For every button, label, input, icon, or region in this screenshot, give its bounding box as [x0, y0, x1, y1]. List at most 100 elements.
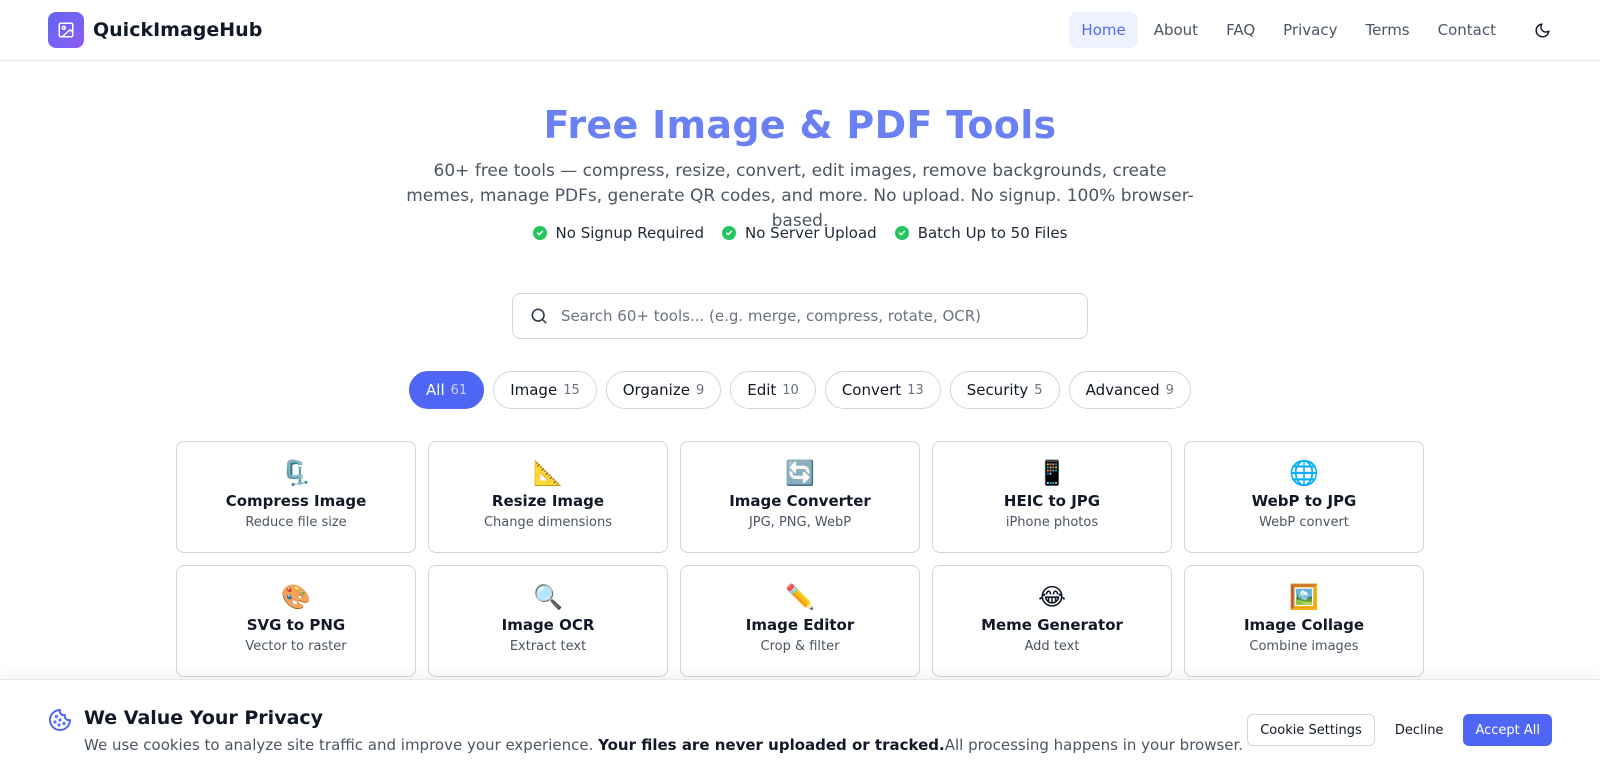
tool-description: WebP convert [1259, 515, 1349, 530]
feature-item: Batch Up to 50 Files [894, 224, 1068, 242]
tool-description: Crop & filter [760, 639, 840, 654]
globe-icon: 🌐 [1289, 459, 1319, 487]
feature-list: No Signup Required No Server Upload Batc… [0, 224, 1600, 242]
category-label: Advanced [1085, 381, 1160, 399]
cookie-icon [48, 708, 72, 736]
cookie-title: We Value Your Privacy [84, 707, 324, 729]
category-count: 5 [1034, 382, 1043, 398]
feature-label: No Server Upload [745, 224, 877, 242]
check-circle-icon [722, 226, 736, 240]
category-count: 15 [563, 382, 580, 398]
arrows-cycle-icon: 🔄 [785, 459, 815, 487]
feature-item: No Signup Required [532, 224, 704, 242]
category-count: 13 [907, 382, 924, 398]
nav-faq[interactable]: FAQ [1214, 12, 1267, 48]
category-image[interactable]: Image 15 [493, 371, 597, 409]
tool-card-webp-to-jpg[interactable]: 🌐 WebP to JPG WebP convert [1184, 441, 1424, 553]
cookie-actions: Cookie Settings Decline Accept All [1247, 714, 1552, 746]
tool-description: Vector to raster [245, 639, 347, 654]
tool-title: Meme Generator [981, 616, 1123, 634]
palette-icon: 🎨 [281, 583, 311, 611]
cookie-text-outro: All processing happens in your browser. [944, 736, 1244, 754]
feature-item: No Server Upload [722, 224, 877, 242]
cookie-text-emphasis: Your files are never uploaded or tracked… [598, 736, 945, 754]
tool-description: Add text [1024, 639, 1080, 654]
tool-title: Compress Image [225, 492, 367, 510]
tool-title: WebP to JPG [1251, 492, 1357, 510]
category-all[interactable]: All 61 [409, 371, 485, 409]
nav-home[interactable]: Home [1069, 12, 1138, 48]
hero-subtitle: 60+ free tools — compress, resize, conve… [406, 161, 1194, 231]
nav-privacy[interactable]: Privacy [1271, 12, 1349, 48]
tool-description: JPG, PNG, WebP [748, 515, 852, 530]
hero-title: Free Image & PDF Tools [543, 103, 1057, 147]
category-organize[interactable]: Organize 9 [605, 371, 722, 409]
tool-card-compress-image[interactable]: 🗜️ Compress Image Reduce file size [176, 441, 416, 553]
category-label: Image [510, 381, 558, 399]
nav-about[interactable]: About [1142, 12, 1210, 48]
site-header: QuickImageHub Home About FAQ Privacy Ter… [0, 0, 1600, 61]
moon-icon [1535, 22, 1550, 37]
tool-search-box [512, 293, 1088, 339]
brand-logo[interactable]: QuickImageHub [48, 12, 262, 48]
decline-button[interactable]: Decline [1383, 714, 1456, 746]
tool-description: iPhone photos [1005, 515, 1099, 530]
feature-label: Batch Up to 50 Files [917, 224, 1068, 242]
tool-title: Image Editor [745, 616, 855, 634]
triangular-ruler-icon: 📐 [533, 459, 563, 487]
tool-card-image-collage[interactable]: 🖼️ Image Collage Combine images [1184, 565, 1424, 677]
image-icon [48, 12, 84, 48]
tool-card-heic-to-jpg[interactable]: 📱 HEIC to JPG iPhone photos [932, 441, 1172, 553]
category-label: All [426, 381, 445, 399]
cookie-banner: We Value Your Privacy We use cookies to … [0, 679, 1600, 780]
category-label: Convert [841, 381, 902, 399]
tool-card-svg-to-png[interactable]: 🎨 SVG to PNG Vector to raster [176, 565, 416, 677]
tool-card-image-ocr[interactable]: 🔍 Image OCR Extract text [428, 565, 668, 677]
tool-description: Change dimensions [483, 515, 613, 530]
main-nav: Home About FAQ Privacy Terms Contact [1069, 12, 1560, 48]
magnifier-icon: 🔍 [533, 583, 563, 611]
category-count: 9 [695, 382, 705, 398]
tool-title: Image Collage [1243, 616, 1365, 634]
tool-title: Image OCR [501, 616, 595, 634]
search-input[interactable] [561, 294, 1071, 338]
nav-contact[interactable]: Contact [1426, 12, 1508, 48]
category-count: 61 [450, 382, 468, 398]
category-advanced[interactable]: Advanced 9 [1068, 371, 1191, 409]
tool-card-image-converter[interactable]: 🔄 Image Converter JPG, PNG, WebP [680, 441, 920, 553]
tool-title: Image Converter [729, 492, 871, 510]
tool-card-meme-generator[interactable]: 😂 Meme Generator Add text [932, 565, 1172, 677]
cookie-text-intro: We use cookies to analyze site traffic a… [84, 736, 599, 754]
tool-card-resize-image[interactable]: 📐 Resize Image Change dimensions [428, 441, 668, 553]
category-edit[interactable]: Edit 10 [730, 371, 816, 409]
category-count: 9 [1165, 382, 1174, 398]
category-count: 10 [782, 382, 799, 398]
cookie-settings-button[interactable]: Cookie Settings [1247, 714, 1375, 746]
clamp-icon: 🗜️ [281, 459, 311, 487]
tool-grid: 🗜️ Compress Image Reduce file size 📐 Res… [176, 441, 1424, 677]
category-convert[interactable]: Convert 13 [824, 371, 941, 409]
category-security[interactable]: Security 5 [949, 371, 1060, 409]
nav-terms[interactable]: Terms [1353, 12, 1421, 48]
tool-title: SVG to PNG [246, 616, 346, 634]
cookie-message: We use cookies to analyze site traffic a… [84, 736, 1243, 754]
laughing-face-icon: 😂 [1037, 583, 1067, 611]
tool-description: Reduce file size [245, 515, 347, 530]
category-label: Edit [747, 381, 777, 399]
category-label: Organize [622, 381, 690, 399]
feature-label: No Signup Required [555, 224, 704, 242]
category-filter: All 61 Image 15 Organize 9 Edit 10 Conve… [0, 371, 1600, 409]
category-label: Security [966, 381, 1029, 399]
brand-name: QuickImageHub [93, 19, 263, 41]
check-circle-icon [894, 226, 909, 240]
theme-toggle-button[interactable] [1524, 12, 1560, 48]
search-icon [529, 306, 549, 330]
mobile-phone-icon: 📱 [1037, 459, 1067, 487]
check-circle-icon [532, 226, 547, 240]
framed-picture-icon: 🖼️ [1289, 583, 1319, 611]
accept-all-button[interactable]: Accept All [1463, 714, 1552, 746]
pencil-icon: ✏️ [785, 583, 815, 611]
tool-title: Resize Image [491, 492, 605, 510]
tool-title: HEIC to JPG [1003, 492, 1101, 510]
tool-card-image-editor[interactable]: ✏️ Image Editor Crop & filter [680, 565, 920, 677]
